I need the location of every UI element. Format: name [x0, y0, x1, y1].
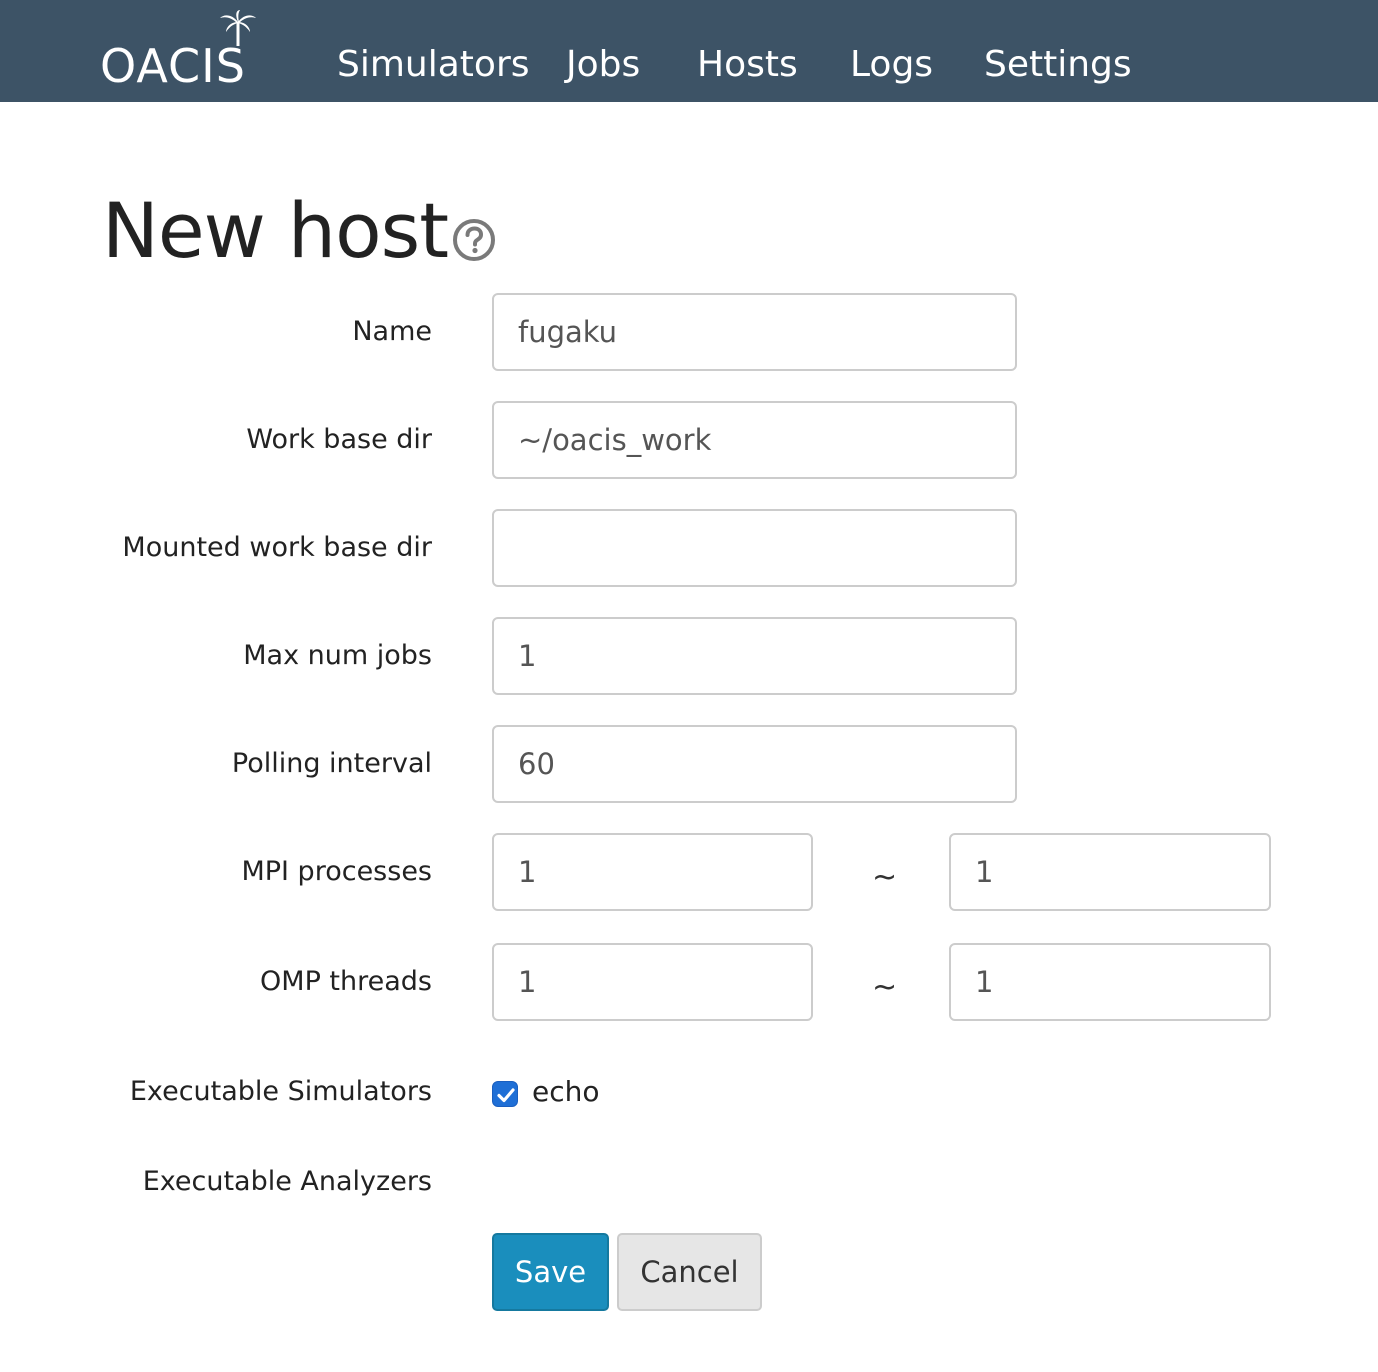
mpi-range-separator: ~ — [872, 860, 898, 895]
polling-interval-input[interactable] — [492, 725, 1017, 803]
question-circle-icon[interactable] — [452, 218, 496, 262]
brand-logo[interactable]: OACIS — [100, 10, 284, 90]
mounted-work-base-dir-input[interactable] — [492, 509, 1017, 587]
name-input[interactable] — [492, 293, 1017, 371]
omp-threads-min-input[interactable] — [492, 943, 813, 1021]
mounted-work-base-dir-label: Mounted work base dir — [122, 532, 432, 563]
polling-interval-label: Polling interval — [231, 748, 432, 779]
nav-simulators[interactable]: Simulators — [337, 40, 530, 90]
name-label: Name — [352, 316, 432, 347]
max-num-jobs-label: Max num jobs — [243, 640, 432, 671]
nav-hosts[interactable]: Hosts — [697, 40, 798, 90]
top-navbar: OACIS Simulators Jobs Hosts Logs Setting… — [0, 0, 1378, 102]
mpi-processes-max-input[interactable] — [949, 833, 1271, 911]
executable-analyzers-label: Executable Analyzers — [142, 1166, 432, 1197]
omp-threads-max-input[interactable] — [949, 943, 1271, 1021]
brand-name: OACIS — [100, 39, 246, 93]
executable-simulators-label: Executable Simulators — [129, 1076, 432, 1107]
echo-checkbox[interactable] — [492, 1081, 518, 1107]
omp-range-separator: ~ — [872, 970, 898, 1005]
max-num-jobs-input[interactable] — [492, 617, 1017, 695]
omp-threads-label: OMP threads — [260, 966, 432, 997]
mpi-processes-label: MPI processes — [241, 856, 432, 887]
page-title: New host — [102, 186, 449, 275]
nav-jobs[interactable]: Jobs — [566, 40, 640, 90]
mpi-processes-min-input[interactable] — [492, 833, 813, 911]
work-base-dir-input[interactable] — [492, 401, 1017, 479]
nav-settings[interactable]: Settings — [984, 40, 1132, 90]
cancel-button[interactable]: Cancel — [617, 1233, 762, 1311]
check-icon — [497, 1088, 515, 1103]
work-base-dir-label: Work base dir — [246, 424, 432, 455]
save-button[interactable]: Save — [492, 1233, 609, 1311]
nav-logs[interactable]: Logs — [850, 40, 933, 90]
echo-checkbox-label[interactable]: echo — [532, 1072, 600, 1112]
